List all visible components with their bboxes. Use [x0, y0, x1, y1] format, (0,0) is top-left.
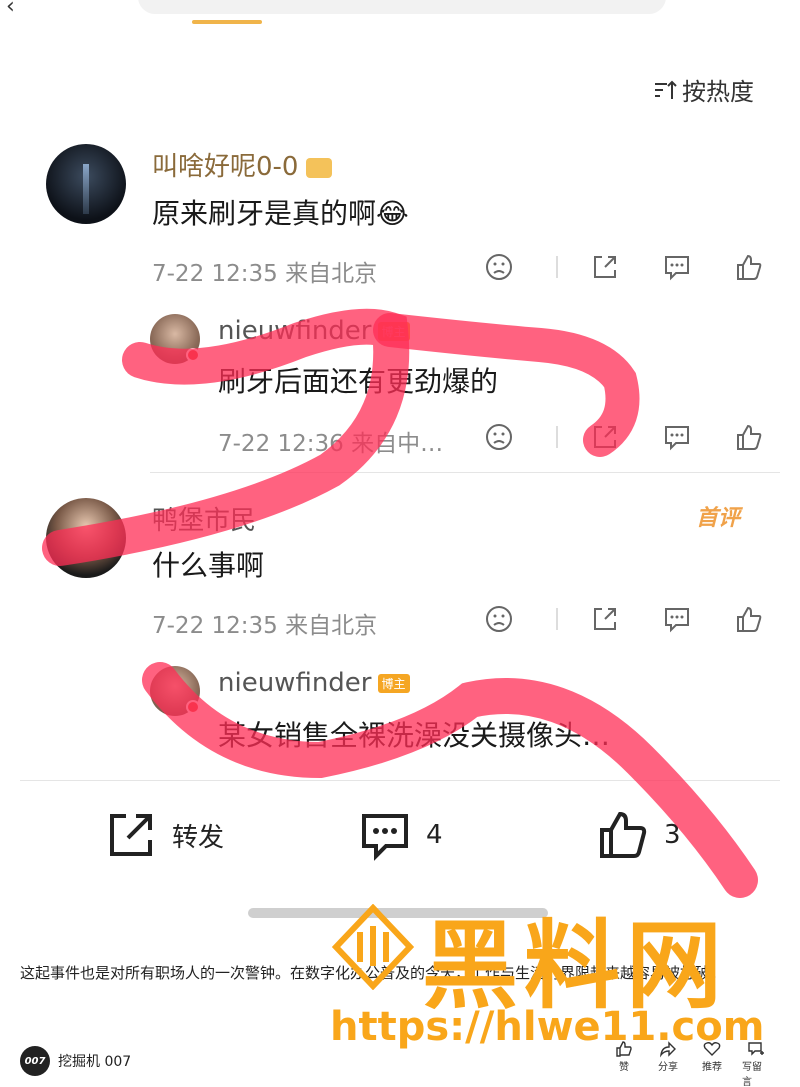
comment-count: 4 — [426, 820, 443, 850]
footer-like-label: 赞 — [619, 1062, 629, 1073]
comment-username[interactable]: 叫啥好呢0-0 — [152, 146, 333, 183]
author-name: 挖掘机 007 — [58, 1054, 132, 1070]
like-icon[interactable] — [734, 422, 764, 452]
watermark-logo-icon — [331, 904, 415, 990]
reply-actions — [484, 422, 800, 452]
share-icon[interactable] — [590, 252, 620, 282]
sort-icon — [655, 80, 677, 99]
top-search-pill[interactable] — [138, 0, 666, 14]
author-info[interactable]: 007 挖掘机 007 — [20, 1046, 131, 1076]
comment-meta: 7-22 12:35 来自北京 — [152, 261, 378, 287]
like-icon[interactable] — [734, 252, 764, 282]
repost-icon — [110, 814, 152, 856]
footer-write-comment-label: 写留言 — [742, 1062, 762, 1087]
reply-meta: 7-22 12:36 来自中… — [218, 431, 444, 457]
reply-username[interactable]: nieuwfinder 博主 — [218, 316, 410, 346]
separator — [556, 256, 558, 278]
tab-indicator — [192, 20, 262, 24]
reply-text: 刷牙后面还有更劲爆的 — [218, 365, 499, 398]
separator — [556, 608, 558, 630]
avatar[interactable] — [46, 498, 126, 578]
like-count: 3 — [664, 820, 681, 850]
divider — [150, 472, 780, 473]
divider — [20, 780, 780, 781]
dislike-face-icon[interactable] — [484, 252, 514, 282]
blogger-tag: 博主 — [377, 674, 410, 693]
footer-recommend-label: 推荐 — [702, 1062, 722, 1073]
dislike-face-icon[interactable] — [484, 604, 514, 634]
back-chevron-icon[interactable]: ‹ — [6, 0, 15, 19]
repost-label: 转发 — [172, 822, 225, 853]
reply-username[interactable]: nieuwfinder 博主 — [218, 668, 410, 698]
sort-by-heat-button[interactable]: 按热度 — [652, 72, 754, 107]
dislike-face-icon[interactable] — [484, 422, 514, 452]
like-icon[interactable] — [734, 604, 764, 634]
comment-bubble-icon — [362, 814, 408, 861]
separator — [556, 426, 558, 448]
thumbs-up-icon — [600, 811, 647, 858]
watermark-url: https://hlwe11.com — [330, 1004, 765, 1050]
share-icon[interactable] — [590, 604, 620, 634]
avatar[interactable] — [46, 144, 126, 224]
first-comment-badge: 首评 — [696, 506, 741, 531]
share-icon[interactable] — [590, 422, 620, 452]
comment-text: 原来刷牙是真的啊😂 — [152, 197, 409, 230]
comment-icon[interactable] — [662, 252, 692, 282]
crown-badge-icon — [306, 157, 333, 178]
comment-actions — [484, 252, 800, 282]
footer-share-label: 分享 — [658, 1062, 678, 1073]
comment-icon[interactable] — [662, 422, 692, 452]
comment-icon[interactable] — [662, 604, 692, 634]
sort-label: 按热度 — [682, 78, 754, 106]
author-logo: 007 — [20, 1046, 50, 1076]
reply-text: 某女销售全裸洗澡没关摄像头… — [218, 719, 611, 752]
comment-count-button[interactable]: 4 — [358, 808, 443, 862]
comment-actions — [484, 604, 800, 634]
blogger-tag: 博主 — [377, 322, 410, 341]
verified-badge-icon — [186, 348, 200, 362]
comment-username[interactable]: 鸭堡市民 — [152, 500, 256, 537]
like-count-button[interactable]: 3 — [596, 808, 681, 862]
verified-badge-icon — [186, 700, 200, 714]
comment-text: 什么事啊 — [152, 549, 265, 582]
repost-button[interactable]: 转发 — [104, 808, 224, 862]
comment-meta: 7-22 12:35 来自北京 — [152, 613, 378, 639]
